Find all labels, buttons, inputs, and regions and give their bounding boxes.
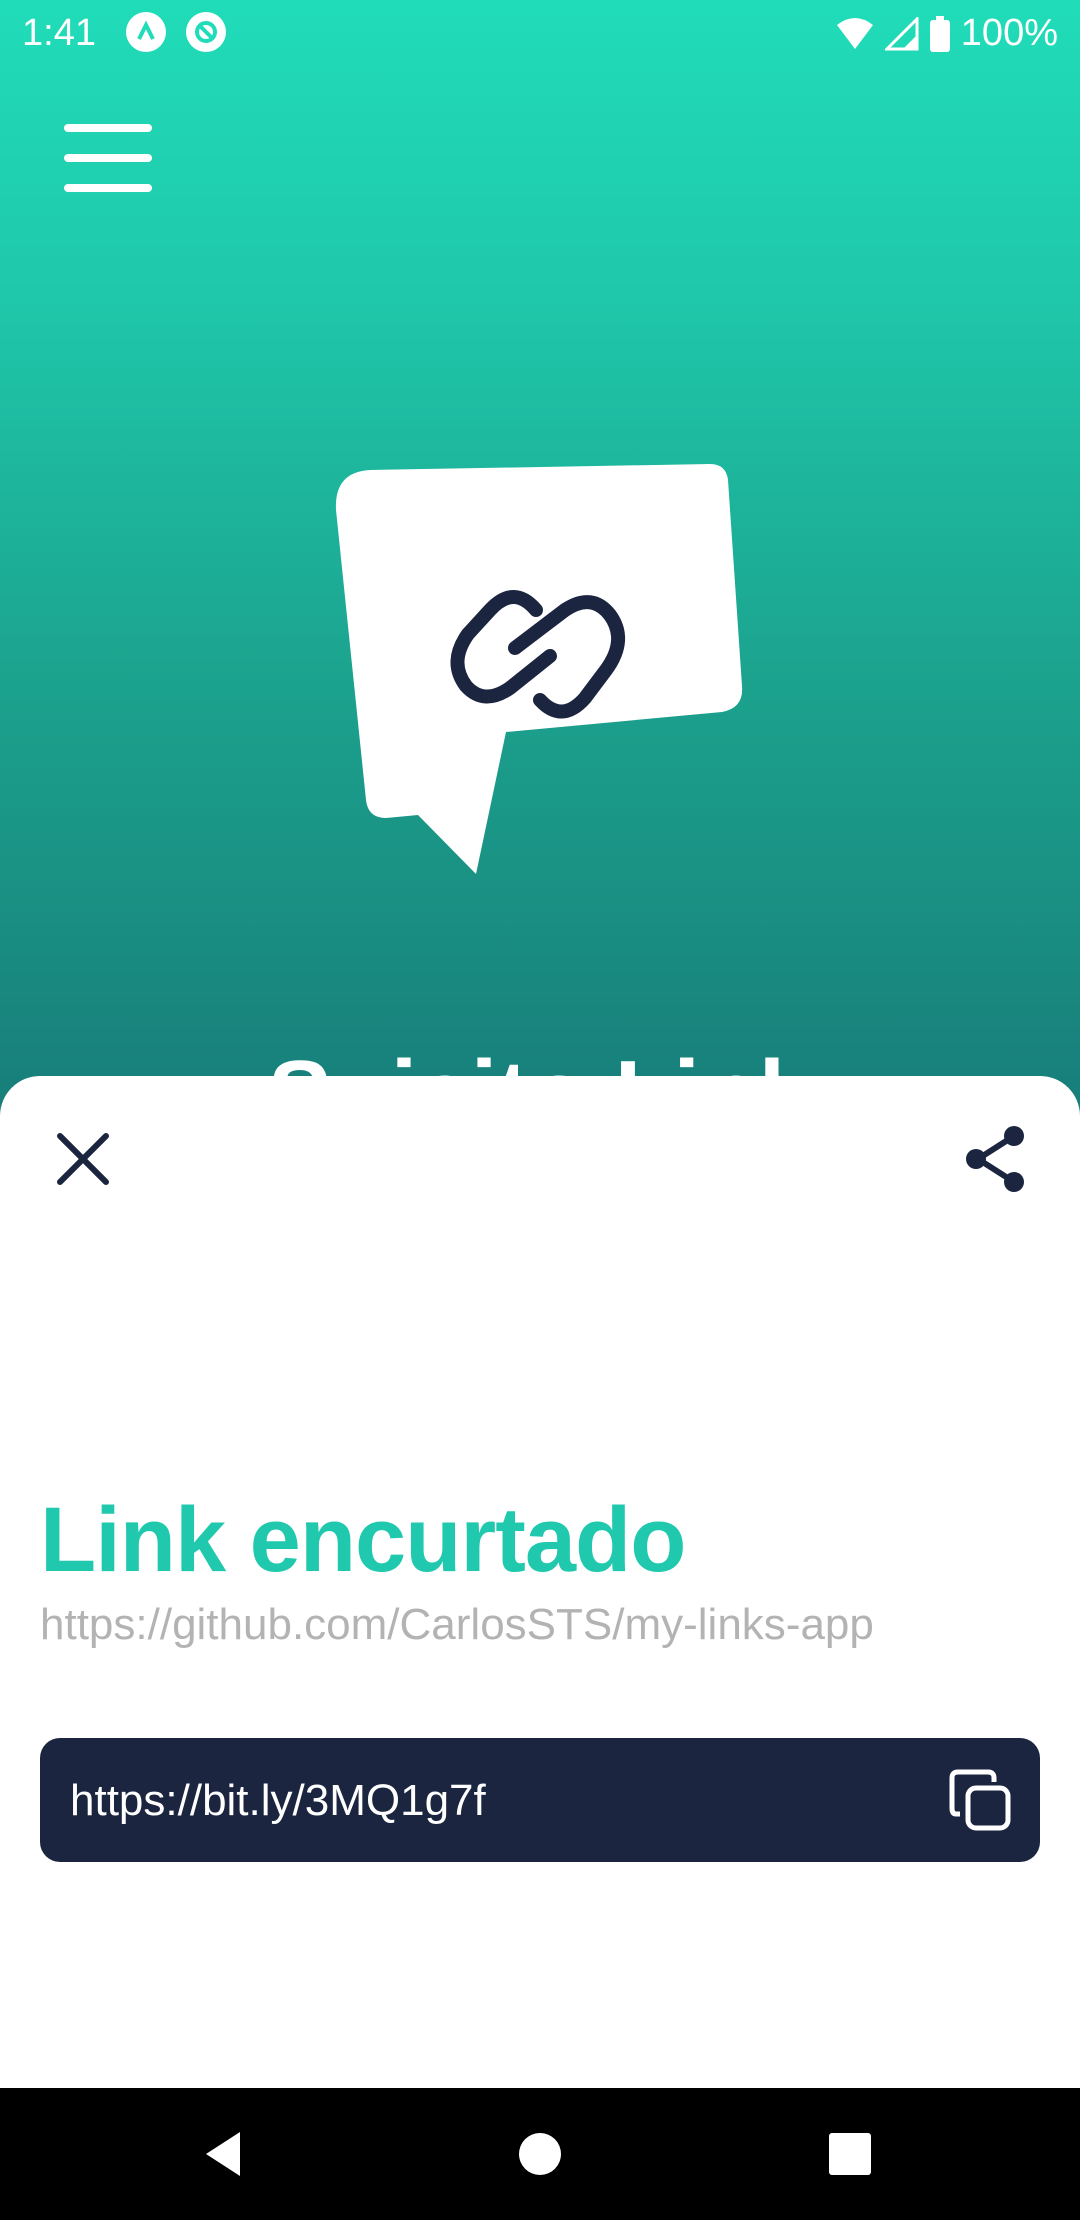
status-bar: 1:41 100% bbox=[0, 0, 1080, 66]
app-icon-b bbox=[186, 12, 226, 52]
battery-percent: 100% bbox=[960, 12, 1058, 54]
signal-icon bbox=[884, 16, 919, 50]
navigation-bar bbox=[0, 2088, 1080, 2220]
recents-icon[interactable] bbox=[814, 2118, 886, 2190]
sheet-title: Link encurtado bbox=[40, 1489, 686, 1591]
app-icon-a bbox=[126, 12, 166, 52]
copy-icon[interactable] bbox=[946, 1766, 1016, 1836]
back-icon[interactable] bbox=[190, 2118, 262, 2190]
wifi-icon bbox=[836, 17, 873, 49]
home-icon[interactable] bbox=[504, 2118, 576, 2190]
short-link-box[interactable]: https://bit.ly/3MQ1g7f bbox=[40, 1738, 1040, 1862]
original-url: https://github.com/CarlosSTS/my-links-ap… bbox=[40, 1600, 874, 1649]
battery-icon bbox=[929, 15, 950, 52]
chain-link-speech-bubble-logo bbox=[330, 460, 750, 880]
status-time: 1:41 bbox=[22, 12, 96, 54]
share-icon[interactable] bbox=[958, 1122, 1032, 1196]
hamburger-menu-icon[interactable] bbox=[60, 120, 156, 196]
short-link[interactable]: https://bit.ly/3MQ1g7f bbox=[70, 1776, 486, 1826]
close-icon[interactable] bbox=[48, 1124, 118, 1194]
